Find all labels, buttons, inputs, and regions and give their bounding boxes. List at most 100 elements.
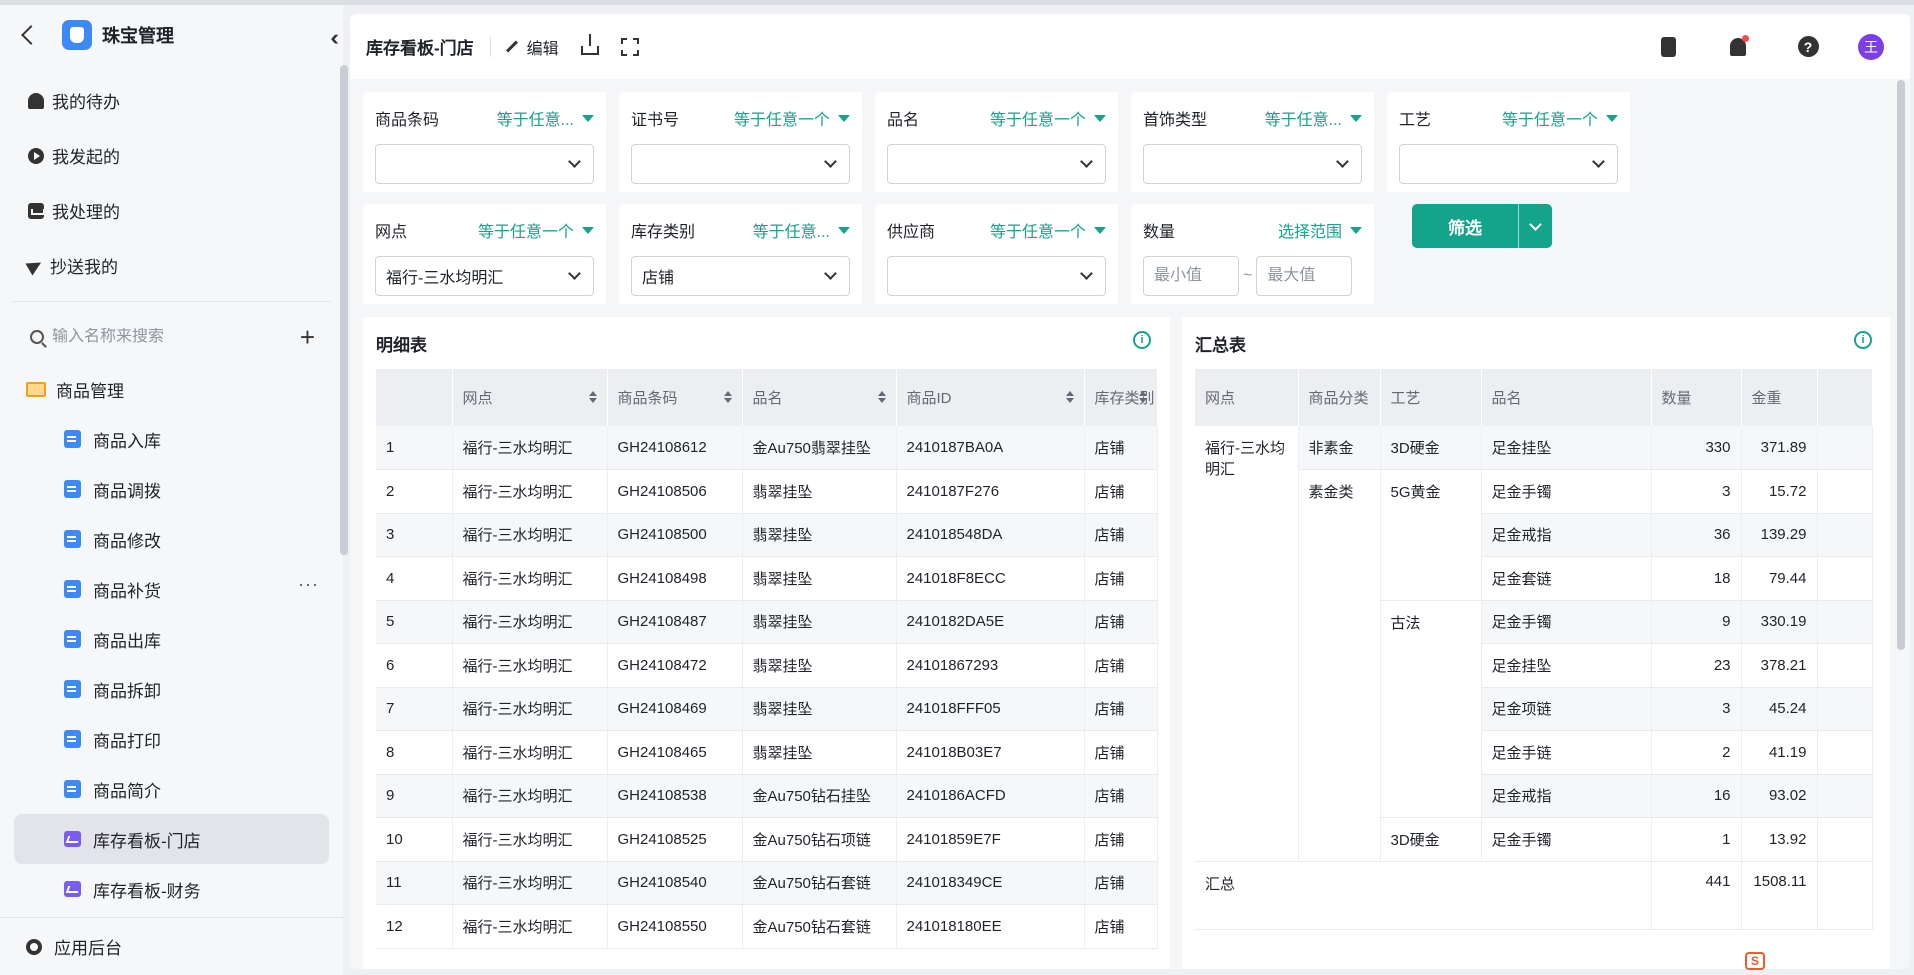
filter-operator-dropdown[interactable]: 等于任意...: [1265, 106, 1362, 130]
weight-cell: 79.44: [1741, 556, 1818, 601]
filter-operator-dropdown[interactable]: 等于任意...: [753, 218, 850, 242]
sidebar-item-label: 商品出库: [93, 631, 161, 651]
sidebar-item-disassemble[interactable]: 商品拆卸: [14, 664, 329, 714]
total-weight: 1508.11: [1741, 861, 1818, 930]
sort-icon[interactable]: [877, 391, 886, 403]
notification-bell-icon[interactable]: [1718, 27, 1758, 67]
sidebar-item-outbound[interactable]: 商品出库: [14, 614, 329, 664]
main-scrollbar[interactable]: [1897, 80, 1905, 650]
filter-select[interactable]: 福行-三水均明汇: [375, 256, 594, 296]
table-row[interactable]: 2 福行-三水均明汇 GH24108506 翡翠挂坠 2410187F276 店铺: [376, 469, 1158, 514]
group-goods-management[interactable]: 商品管理: [0, 364, 343, 414]
name-cell: 足金戒指: [1481, 774, 1652, 818]
collapse-sidebar-icon[interactable]: ‹‹: [330, 25, 338, 51]
filter-operator-dropdown[interactable]: 等于任意一个: [990, 218, 1106, 242]
dashboard-icon: [64, 831, 81, 847]
filter-options-dropdown[interactable]: [1518, 204, 1552, 248]
filter-select[interactable]: [375, 144, 594, 184]
add-icon[interactable]: +: [300, 322, 315, 353]
filter-select[interactable]: [1143, 144, 1362, 184]
app-admin-link[interactable]: 应用后台: [0, 917, 343, 975]
filter-operator: 等于任意一个: [989, 224, 1086, 241]
min-quantity-input[interactable]: [1143, 256, 1239, 296]
column-header[interactable]: 商品ID: [896, 369, 1085, 426]
chevron-down-icon: [568, 155, 581, 168]
info-icon[interactable]: i: [1854, 331, 1872, 349]
filter-operator-dropdown[interactable]: 等于任意一个: [990, 106, 1106, 130]
table-row[interactable]: 9 福行-三水均明汇 GH24108538 金Au750钻石挂坠 2410186ACFD…: [376, 774, 1158, 818]
sidebar-item-transfer[interactable]: 商品调拨: [14, 464, 329, 514]
filter-craft: 工艺 等于任意一个: [1387, 92, 1630, 192]
sidebar-item-dashboard-store[interactable]: 库存看板-门店: [14, 814, 329, 864]
sidebar-item-intro[interactable]: 商品简介: [14, 764, 329, 814]
filter-operator-dropdown[interactable]: 等于任意一个: [1502, 106, 1618, 130]
filter-operator: 等于任意一个: [733, 112, 830, 129]
filter-button[interactable]: 筛选: [1412, 204, 1518, 248]
sort-icon[interactable]: [588, 391, 597, 403]
sidebar-scrollbar[interactable]: [340, 65, 348, 555]
table-row[interactable]: 11 福行-三水均明汇 GH24108540 金Au750钻石套链 241018349C…: [376, 861, 1158, 905]
quick-link-cc[interactable]: 抄送我的: [0, 238, 343, 293]
filter-select[interactable]: [1399, 144, 1618, 184]
quick-link-todo[interactable]: 我的待办: [0, 73, 343, 128]
back-arrow-icon[interactable]: [21, 25, 41, 45]
info-icon[interactable]: i: [1133, 331, 1151, 349]
table-row[interactable]: 12 福行-三水均明汇 GH24108550 金Au750钻石套链 241018180E…: [376, 904, 1158, 949]
barcode-cell: GH24108506: [607, 469, 743, 514]
table-row[interactable]: 10 福行-三水均明汇 GH24108525 金Au750钻石项链 24101859E7…: [376, 817, 1158, 862]
sidebar-item-dashboard-finance[interactable]: 库存看板-财务: [14, 864, 329, 914]
search-input[interactable]: [52, 328, 272, 346]
column-header[interactable]: 网点: [452, 369, 608, 426]
edit-button[interactable]: 编辑: [505, 35, 559, 59]
table-row[interactable]: 3 福行-三水均明汇 GH24108500 翡翠挂坠 241018548DA 店铺: [376, 513, 1158, 557]
column-header[interactable]: 品名: [742, 369, 897, 426]
share-icon[interactable]: [580, 34, 599, 55]
sidebar-item-print[interactable]: 商品打印: [14, 714, 329, 764]
filter-operator-dropdown[interactable]: 选择范围: [1278, 218, 1362, 242]
sort-icon[interactable]: [1138, 391, 1147, 403]
sort-icon[interactable]: [1065, 391, 1074, 403]
table-row[interactable]: 1 福行-三水均明汇 GH24108612 金Au750翡翠挂坠 2410187BA0A…: [376, 426, 1158, 470]
max-quantity-input[interactable]: [1256, 256, 1353, 296]
product-id-cell: 24101859E7F: [896, 817, 1085, 862]
header-label: 网点: [1205, 390, 1236, 407]
more-icon[interactable]: ···: [298, 574, 319, 595]
column-header[interactable]: 商品条码: [607, 369, 743, 426]
sidebar-item-restock[interactable]: 商品补货 ···: [14, 564, 329, 614]
quick-link-initiated[interactable]: 我发起的: [0, 128, 343, 183]
table-row[interactable]: 4 福行-三水均明汇 GH24108498 翡翠挂坠 241018F8ECC 店铺: [376, 556, 1158, 601]
filter-operator-dropdown[interactable]: 等于任意一个: [478, 218, 594, 242]
table-row[interactable]: 6 福行-三水均明汇 GH24108472 翡翠挂坠 24101867293 店铺: [376, 643, 1158, 688]
fullscreen-icon[interactable]: [620, 37, 639, 56]
filter-operator-dropdown[interactable]: 等于任意一个: [734, 106, 850, 130]
filter-barcode: 商品条码 等于任意...: [363, 92, 606, 192]
sidebar-item-inbound[interactable]: 商品入库: [14, 414, 329, 464]
header-label: 金重: [1751, 390, 1782, 407]
filter-select[interactable]: 店铺: [631, 256, 850, 296]
column-header[interactable]: 库存类别: [1084, 369, 1158, 426]
caret-down-icon: [838, 114, 850, 122]
outlet-cell: 福行-三水均明汇: [452, 904, 608, 949]
table-row[interactable]: 5 福行-三水均明汇 GH24108487 翡翠挂坠 2410182DA5E 店铺: [376, 600, 1158, 644]
qty-cell: 23: [1651, 643, 1742, 688]
sidebar-item-modify[interactable]: 商品修改: [14, 514, 329, 564]
name-cell: 翡翠挂坠: [742, 643, 897, 688]
table-row[interactable]: 7 福行-三水均明汇 GH24108469 翡翠挂坠 241018FFF05 店铺: [376, 687, 1158, 731]
row-index-cell: 3: [376, 513, 453, 557]
filter-select[interactable]: [887, 144, 1106, 184]
outlet-cell: 福行-三水均明汇: [452, 861, 608, 905]
filter-select[interactable]: [631, 144, 850, 184]
filter-select[interactable]: [887, 256, 1106, 296]
outlet-cell: 福行-三水均明汇: [452, 469, 608, 514]
sort-icon[interactable]: [723, 391, 732, 403]
book-icon[interactable]: [1648, 27, 1688, 67]
filter-operator-dropdown[interactable]: 等于任意...: [497, 106, 594, 130]
filter-operator: 等于任意...: [1264, 112, 1342, 129]
wps-s-icon[interactable]: S: [1745, 952, 1765, 970]
help-icon[interactable]: ?: [1788, 27, 1828, 67]
outlet-cell: 福行-三水均明汇: [452, 774, 608, 818]
quick-link-processed[interactable]: 我处理的: [0, 183, 343, 238]
table-row[interactable]: 8 福行-三水均明汇 GH24108465 翡翠挂坠 241018B03E7 店铺: [376, 730, 1158, 775]
avatar[interactable]: 王: [1858, 33, 1884, 60]
document-icon: [64, 430, 81, 448]
